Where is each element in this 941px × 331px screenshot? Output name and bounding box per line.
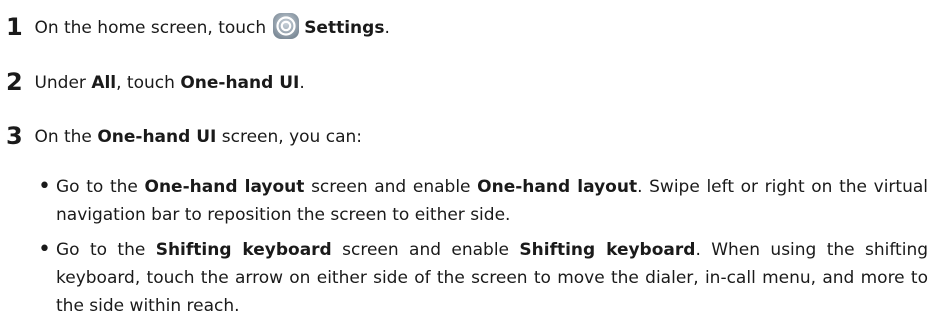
bullet-dot: • <box>38 237 51 262</box>
bullet-item-1: • Go to the One-hand layout screen and e… <box>38 173 928 229</box>
step-text: On the One-hand UI screen, you can: <box>34 127 362 147</box>
step-number: 2 <box>6 68 23 96</box>
step-1: 1 On the home screen, touch Settings. <box>6 12 390 40</box>
step-3: 3 On the One-hand UI screen, you can: <box>6 124 362 149</box>
settings-icon <box>273 13 300 39</box>
step-2: 2 Under All, touch One-hand UI. <box>6 70 305 95</box>
bullet-text: Go to the Shifting keyboard screen and e… <box>56 240 929 316</box>
step-number: 1 <box>6 13 23 41</box>
bullet-text: Go to the One-hand layout screen and ena… <box>56 177 928 225</box>
step-text: Under All, touch One-hand UI. <box>34 73 305 93</box>
bullet-item-2: • Go to the Shifting keyboard screen and… <box>38 236 928 320</box>
step-text: On the home screen, touch Settings. <box>34 13 390 39</box>
bullet-dot: • <box>38 174 51 199</box>
step-number: 3 <box>6 122 23 150</box>
